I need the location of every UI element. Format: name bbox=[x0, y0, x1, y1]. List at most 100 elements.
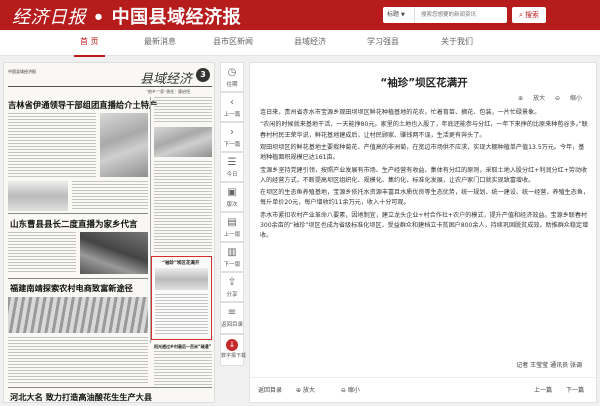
zoom-out-label: 缩小 bbox=[347, 387, 360, 394]
tool-label: 下一篇 bbox=[223, 142, 241, 148]
tool-download[interactable]: ↓ 数字报下载 bbox=[220, 334, 247, 366]
paper-text bbox=[154, 97, 212, 123]
tool-share[interactable]: ⇪ 分享 bbox=[220, 272, 244, 302]
tool-prev-article[interactable]: ‹ 上一篇 bbox=[220, 92, 244, 122]
article-pager: 上一篇 下一篇 bbox=[522, 385, 584, 394]
paper-photo bbox=[8, 181, 68, 211]
paper-text bbox=[8, 232, 76, 274]
tool-label: 今日 bbox=[226, 172, 238, 178]
paper-text bbox=[72, 181, 148, 211]
nav-item-county-news[interactable]: 县市区新闻 bbox=[213, 30, 253, 56]
main-nav: 首 页 最新消息 县市区新闻 县域经济 学习强县 关于我们 bbox=[0, 30, 600, 57]
paper-masthead-left: 中国县域经济报 bbox=[8, 69, 36, 74]
nav-item-home[interactable]: 首 页 bbox=[74, 30, 104, 57]
logo-separator: • bbox=[92, 7, 105, 28]
tool-next-page[interactable]: ▥ 下一版 bbox=[220, 242, 244, 272]
paper-section-title: 县域经济 bbox=[139, 72, 192, 87]
tool-label: 数字报下载 bbox=[221, 353, 247, 359]
site-header: 经济日报 • 中国县域经济报 标题▼ ⌕搜索 bbox=[0, 0, 600, 30]
paper-photo bbox=[8, 297, 148, 333]
menu-icon: ≡ bbox=[227, 307, 237, 318]
paper-text bbox=[8, 113, 96, 177]
paper-headline[interactable]: 吉林省伊通领导干部组团直播给介土特产 bbox=[8, 99, 157, 111]
article-paragraph: 宝源乡坚持党建引领，按照产业发展有市场、生产经营有收益、集体有分红的原则，采取土… bbox=[260, 166, 588, 184]
search-field-select[interactable]: 标题 ▼ bbox=[383, 7, 415, 23]
nav-item-county-economy[interactable]: 县域经济 bbox=[294, 30, 326, 56]
tool-label: 返回目录 bbox=[221, 322, 244, 328]
article-paragraph: 在坝区的生态鱼养殖基地，宝源乡依托水资源丰富且水质优良等生态优势，统一规划、统一… bbox=[260, 189, 590, 207]
article-paragraph: “农闲的时候就来基地干活，一天能挣80元。家里的土地也入股了，年底还能参与分红，… bbox=[260, 121, 588, 139]
zoom-in-label: 放大 bbox=[302, 387, 315, 394]
tool-archive[interactable]: ◷ 往期 bbox=[220, 62, 244, 92]
search-box: 标题 ▼ bbox=[383, 7, 507, 23]
search-input[interactable] bbox=[416, 7, 506, 23]
paper-headline[interactable]: 福建南靖探索农村电商致富新途径 bbox=[10, 282, 133, 294]
paper-text bbox=[155, 294, 208, 336]
paper-small-title: “袖珍”坝区花满开 bbox=[162, 261, 200, 266]
article-footer-left: 返回目录 ⊕ 放大 ⊖ 缩小 bbox=[258, 385, 384, 394]
article-paragraph: 观田坝坝区的鲜花基地主要栽种菊花、产值高的非洲菊，在宽边市场供不应求，实现大棚种… bbox=[260, 144, 585, 162]
newspaper-page-image[interactable]: 中国县域经济报 县域经济 3 “他乡”“家”责任：廖启恒 吉林省伊通领导干部组团… bbox=[3, 62, 215, 403]
tool-prev-page[interactable]: ▤ 上一版 bbox=[220, 212, 244, 242]
search-button[interactable]: ⌕ 搜索 bbox=[512, 7, 546, 23]
tool-editions[interactable]: ▣ 版次 bbox=[220, 182, 244, 212]
prev-article-link[interactable]: 上一篇 bbox=[534, 387, 552, 394]
chevron-left-icon: ‹ bbox=[230, 97, 234, 108]
paper-text bbox=[8, 337, 148, 385]
clock-icon: ◷ bbox=[227, 67, 237, 78]
article-footer: 返回目录 ⊕ 放大 ⊖ 缩小 上一篇 下一篇 bbox=[250, 377, 598, 403]
grid-icon: ▣ bbox=[227, 187, 237, 198]
paper-text bbox=[154, 351, 212, 385]
tool-label: 上一版 bbox=[223, 232, 241, 238]
chevron-right-icon: › bbox=[230, 127, 234, 138]
paper-photo bbox=[154, 127, 212, 157]
reader-toolbar: ◷ 往期 ‹ 上一篇 › 下一篇 ☰ 今日 ▣ 版次 ▤ 上一版 ▥ 下一版 ⇪… bbox=[220, 62, 247, 366]
article-author: 记者 王莹莹 通讯员 张调 bbox=[516, 362, 582, 369]
zoom-in-button[interactable]: ⊕ 放大 bbox=[518, 95, 545, 102]
nav-item-study[interactable]: 学习强县 bbox=[367, 30, 399, 56]
tool-label: 下一版 bbox=[223, 262, 241, 268]
paper-divider bbox=[8, 213, 148, 214]
paper-headline[interactable]: 山东曹县县长二度直播为家乡代言 bbox=[10, 218, 138, 230]
nav-item-latest[interactable]: 最新消息 bbox=[144, 30, 176, 56]
tool-label: 版次 bbox=[226, 202, 238, 208]
paper-divider bbox=[8, 278, 148, 279]
zoom-out-label: 缩小 bbox=[569, 95, 582, 102]
selected-article-highlight[interactable]: “袖珍”坝区花满开 bbox=[151, 256, 212, 340]
search-button-label: 搜索 bbox=[524, 11, 539, 19]
footer-zoom-in-button[interactable]: ⊕ 放大 bbox=[296, 387, 327, 394]
font-size-controls: ⊕ 放大 ⊖ 缩小 bbox=[510, 93, 582, 102]
paper-text bbox=[154, 161, 212, 253]
article-panel: “袖珍”坝区花满开 ⊕ 放大 ⊖ 缩小 连日来，贵州省赤水市宝源乡观田坝坝区鲜花… bbox=[249, 62, 598, 403]
share-icon: ⇪ bbox=[227, 277, 237, 288]
article-paragraph: 连日来，贵州省赤水市宝源乡观田坝坝区鲜花种植基地的花农，忙着育苗、摘花、包装，一… bbox=[260, 109, 541, 116]
footer-zoom-out-button[interactable]: ⊖ 缩小 bbox=[341, 387, 372, 394]
back-to-toc-link[interactable]: 返回目录 bbox=[258, 387, 282, 394]
tool-label: 往期 bbox=[226, 82, 238, 88]
paper-headline[interactable]: 河北大名 致力打造高油酸花生生产大县 bbox=[10, 391, 152, 402]
article-paragraph: 赤水市紧扣农村产业革命八要素，因地制宜，建立龙头企业+村合作社+农户的模式，提升… bbox=[260, 211, 589, 239]
logo-script: 经济日报 bbox=[12, 7, 86, 28]
tool-next-article[interactable]: › 下一篇 bbox=[220, 122, 244, 152]
paper-photo bbox=[80, 232, 148, 274]
page-down-icon: ▥ bbox=[227, 247, 237, 258]
paper-small-title[interactable]: 阳光透过乡村最后一百米“疏通” bbox=[154, 344, 211, 350]
page-up-icon: ▤ bbox=[227, 217, 237, 228]
list-icon: ☰ bbox=[227, 157, 237, 168]
download-icon: ↓ bbox=[226, 339, 238, 351]
search-field-label: 标题 bbox=[387, 11, 400, 18]
zoom-out-button[interactable]: ⊖ 缩小 bbox=[555, 95, 582, 102]
search-icon: ⌕ bbox=[519, 11, 523, 19]
next-article-link[interactable]: 下一篇 bbox=[566, 387, 584, 394]
zoom-in-label: 放大 bbox=[533, 95, 546, 102]
logo-main: 中国县域经济报 bbox=[111, 7, 242, 28]
tool-label: 分享 bbox=[226, 292, 238, 298]
paper-sub-line: “他乡”“家”责任：廖启恒 bbox=[146, 89, 191, 94]
site-logo[interactable]: 经济日报 • 中国县域经济报 bbox=[12, 3, 241, 29]
paper-photo bbox=[155, 268, 208, 290]
chevron-down-icon: ▼ bbox=[401, 12, 405, 18]
tool-label: 上一篇 bbox=[223, 112, 241, 118]
tool-today[interactable]: ☰ 今日 bbox=[220, 152, 244, 182]
nav-item-about[interactable]: 关于我们 bbox=[441, 30, 473, 56]
tool-back-to-toc[interactable]: ≡ 返回目录 bbox=[220, 302, 244, 334]
